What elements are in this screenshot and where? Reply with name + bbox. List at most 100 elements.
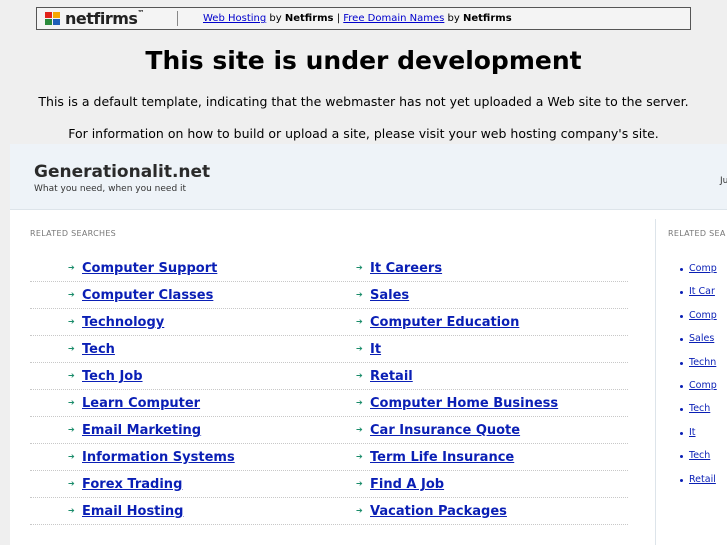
side-search-link[interactable]: Tech bbox=[680, 450, 717, 473]
arrow-icon: ➔ bbox=[68, 479, 75, 488]
side-search-link[interactable]: Comp bbox=[680, 263, 717, 286]
related-search-link[interactable]: ➔ Computer Home Business bbox=[356, 396, 558, 411]
related-search-link[interactable]: ➔ Email Marketing bbox=[68, 423, 201, 438]
related-search-label: It Careers bbox=[370, 261, 443, 276]
related-search-label: Computer Home Business bbox=[370, 396, 559, 411]
list-row: ➔ Tech ➔ It bbox=[30, 336, 628, 363]
related-search-label: Retail bbox=[370, 369, 413, 384]
site-header: Generationalit.net What you need, when y… bbox=[10, 144, 727, 210]
related-search-label: Sales bbox=[370, 288, 410, 303]
list-row: ➔ Email Marketing ➔ Car Insurance Quote bbox=[30, 417, 628, 444]
related-search-label: Computer Education bbox=[370, 315, 520, 330]
description-line-2: For information on how to build or uploa… bbox=[68, 126, 659, 141]
arrow-icon: ➔ bbox=[356, 452, 363, 461]
banner-separator: | bbox=[336, 13, 341, 24]
arrow-icon: ➔ bbox=[356, 317, 363, 326]
arrow-icon: ➔ bbox=[356, 290, 363, 299]
logo-wordmark: netfirms™ bbox=[65, 9, 144, 28]
bullet-icon bbox=[680, 361, 683, 365]
related-search-link[interactable]: ➔ Car Insurance Quote bbox=[356, 423, 520, 438]
related-search-link[interactable]: ➔ It Careers bbox=[356, 261, 442, 276]
related-search-link[interactable]: ➔ Computer Support bbox=[68, 261, 217, 276]
related-search-label: Technology bbox=[82, 315, 165, 330]
brand-text: Netfirms bbox=[284, 13, 334, 24]
bullet-icon bbox=[680, 431, 683, 435]
list-row: ➔ Tech Job ➔ Retail bbox=[30, 363, 628, 390]
side-search-label: Techn bbox=[689, 356, 717, 368]
side-search-link[interactable]: Retail bbox=[680, 474, 717, 497]
arrow-icon: ➔ bbox=[68, 452, 75, 461]
list-row: ➔ Computer Classes ➔ Sales bbox=[30, 282, 628, 309]
bullet-icon bbox=[680, 478, 683, 482]
related-search-link[interactable]: ➔ Vacation Packages bbox=[356, 504, 507, 519]
web-hosting-link[interactable]: Web Hosting bbox=[203, 13, 266, 24]
arrow-icon: ➔ bbox=[68, 317, 75, 326]
side-search-link[interactable]: It Car bbox=[680, 286, 717, 309]
free-domain-names-link[interactable]: Free Domain Names bbox=[343, 13, 444, 24]
side-search-link[interactable]: Comp bbox=[680, 380, 717, 403]
arrow-icon: ➔ bbox=[356, 506, 363, 515]
arrow-icon: ➔ bbox=[356, 344, 363, 353]
related-search-link[interactable]: ➔ Forex Trading bbox=[68, 477, 182, 492]
arrow-icon: ➔ bbox=[68, 290, 75, 299]
side-search-link[interactable]: Sales bbox=[680, 333, 717, 356]
related-search-link[interactable]: ➔ Sales bbox=[356, 288, 409, 303]
by-text: by bbox=[447, 13, 460, 24]
arrow-icon: ➔ bbox=[356, 425, 363, 434]
side-search-link[interactable]: Techn bbox=[680, 356, 717, 380]
related-search-link[interactable]: ➔ It bbox=[356, 342, 381, 357]
related-search-label: Email Marketing bbox=[82, 423, 202, 438]
related-search-label: Tech Job bbox=[82, 369, 143, 384]
bullet-icon bbox=[680, 268, 683, 271]
side-search-link[interactable]: It bbox=[680, 426, 717, 450]
page-title: This site is under development bbox=[145, 46, 582, 75]
arrow-icon: ➔ bbox=[68, 344, 75, 353]
related-search-label: It bbox=[370, 342, 382, 357]
side-search-label: Sales bbox=[689, 333, 715, 345]
arrow-icon: ➔ bbox=[356, 263, 363, 272]
related-search-label: Learn Computer bbox=[82, 396, 201, 411]
netfirms-logo[interactable]: netfirms™ bbox=[37, 8, 177, 29]
column-divider bbox=[655, 219, 656, 545]
list-row: ➔ Technology ➔ Computer Education bbox=[30, 309, 628, 336]
related-search-link[interactable]: ➔ Learn Computer bbox=[68, 396, 200, 411]
bullet-icon bbox=[680, 338, 683, 342]
side-search-label: It bbox=[689, 426, 696, 438]
related-search-link[interactable]: ➔ Technology bbox=[68, 315, 164, 330]
list-row: ➔ Information Systems ➔ Term Life Insurance bbox=[30, 444, 628, 471]
related-search-link[interactable]: ➔ Tech bbox=[68, 342, 115, 357]
netfirms-banner: netfirms™ Web Hosting by Netfirms | Free… bbox=[36, 7, 691, 30]
banner-links: Web Hosting by Netfirms | Free Domain Na… bbox=[203, 13, 512, 24]
related-search-label: Car Insurance Quote bbox=[370, 423, 521, 438]
related-search-link[interactable]: ➔ Computer Education bbox=[356, 315, 519, 330]
netfirms-logo-icon bbox=[45, 11, 63, 26]
related-search-link[interactable]: ➔ Find A Job bbox=[356, 477, 444, 492]
by-text: by bbox=[269, 13, 282, 24]
list-row: ➔ Forex Trading ➔ Find A Job bbox=[30, 471, 628, 498]
related-searches-label: RELATED SEARCHES bbox=[30, 229, 117, 238]
side-search-link[interactable]: Comp bbox=[680, 310, 717, 333]
side-search-link[interactable]: Tech bbox=[680, 403, 717, 426]
description-line-1: This is a default template, indicating t… bbox=[38, 94, 689, 109]
related-search-link[interactable]: ➔ Retail bbox=[356, 369, 413, 384]
brand-text: Netfirms bbox=[463, 13, 512, 24]
related-search-label: Information Systems bbox=[82, 450, 235, 465]
related-search-label: Forex Trading bbox=[82, 477, 183, 492]
related-search-label: Term Life Insurance bbox=[370, 450, 515, 465]
bullet-icon bbox=[680, 291, 683, 295]
arrow-icon: ➔ bbox=[356, 371, 363, 380]
related-search-link[interactable]: ➔ Term Life Insurance bbox=[356, 450, 514, 465]
banner-divider bbox=[177, 11, 178, 26]
related-searches-side-label: RELATED SEA bbox=[668, 229, 726, 238]
bullet-icon bbox=[680, 384, 683, 388]
site-name[interactable]: Generationalit.net bbox=[34, 162, 210, 182]
related-search-label: Find A Job bbox=[370, 477, 445, 492]
side-search-label: Comp bbox=[689, 263, 717, 274]
side-search-label: Tech bbox=[689, 403, 711, 415]
related-search-link[interactable]: ➔ Information Systems bbox=[68, 450, 235, 465]
related-search-link[interactable]: ➔ Tech Job bbox=[68, 369, 143, 384]
related-search-label: Computer Classes bbox=[82, 288, 214, 303]
related-search-link[interactable]: ➔ Computer Classes bbox=[68, 288, 213, 303]
related-search-link[interactable]: ➔ Email Hosting bbox=[68, 504, 183, 519]
header-right-text: Ju bbox=[720, 176, 727, 186]
